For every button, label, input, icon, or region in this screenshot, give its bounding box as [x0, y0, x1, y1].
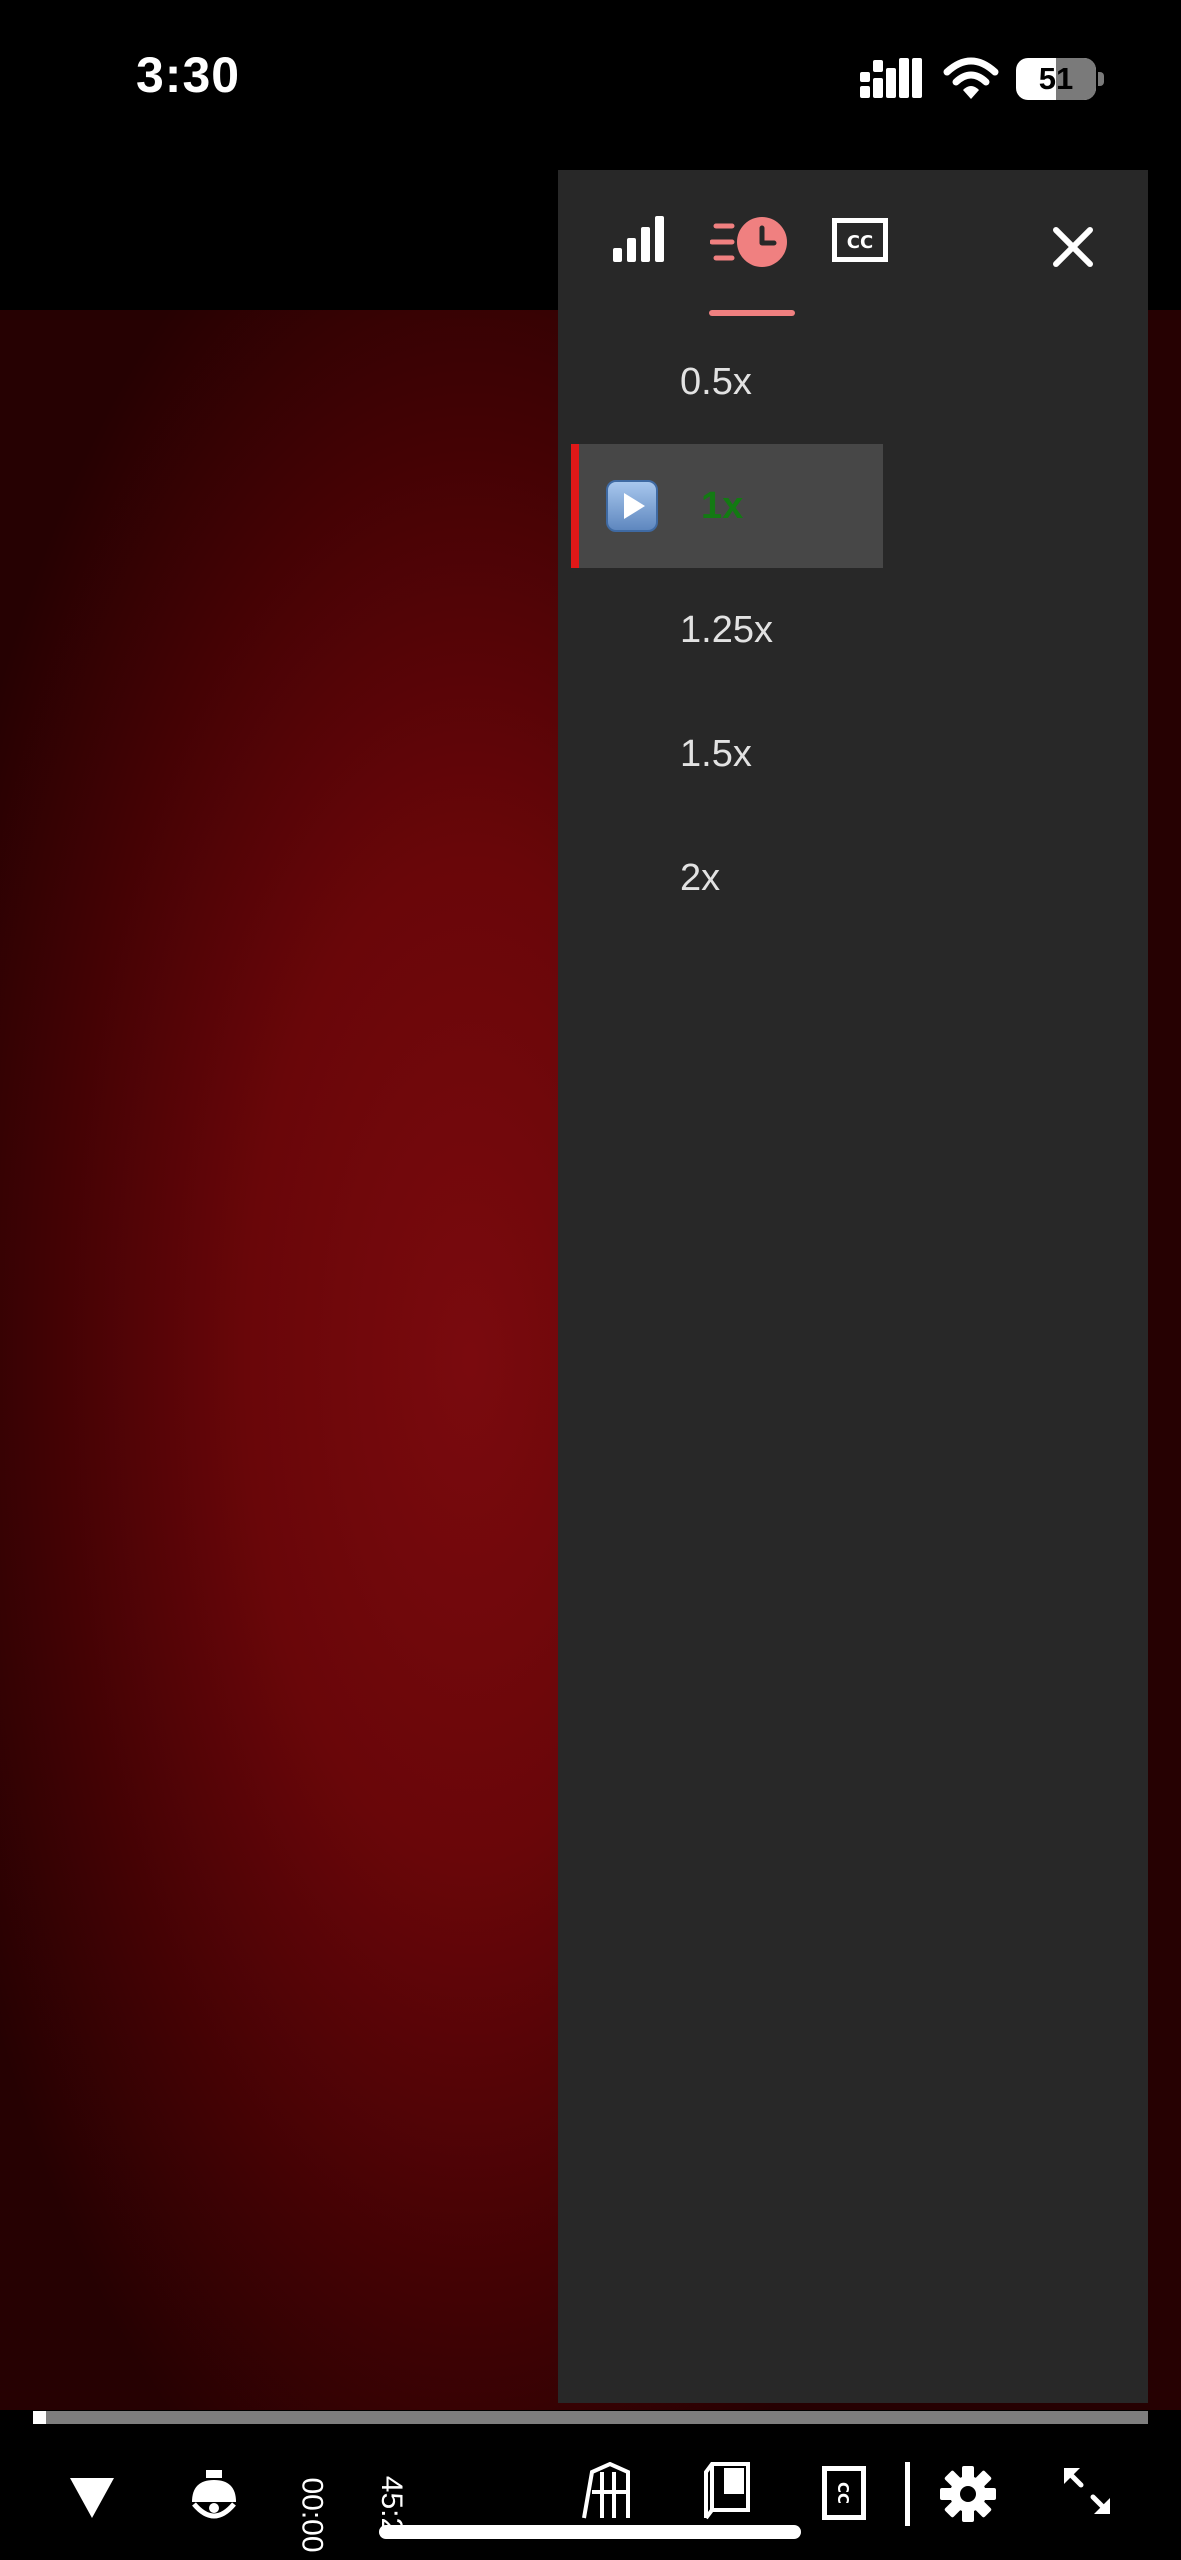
speed-option-label: 1.5x — [680, 733, 752, 775]
speed-option-1x[interactable]: 1x — [571, 444, 883, 568]
tab-quality[interactable] — [598, 170, 688, 320]
video-player-screen: 3:30 51 CC 0.5x 1x 1.25x 1.5x 2x 00:00 4… — [0, 0, 1181, 2560]
status-bar: 3:30 51 — [0, 0, 1181, 160]
current-time: 00:00 — [295, 2477, 329, 2553]
book-icon — [704, 2462, 750, 2520]
playback-speed-icon — [710, 217, 787, 267]
tab-speed[interactable] — [698, 170, 798, 320]
seek-bar-played — [33, 2411, 47, 2424]
battery-cap — [1098, 72, 1104, 86]
collapse-button[interactable] — [70, 2478, 114, 2518]
speed-option-1-25x[interactable]: 1.25x — [558, 568, 978, 692]
lamp-button[interactable] — [188, 2470, 240, 2526]
building-icon — [582, 2462, 630, 2519]
captions-button[interactable]: CC — [822, 2466, 866, 2520]
fullscreen-icon — [1064, 2468, 1110, 2514]
speed-option-2x[interactable]: 2x — [558, 816, 978, 940]
wifi-icon — [943, 57, 999, 99]
status-time: 3:30 — [136, 47, 241, 103]
settings-icon — [940, 2466, 996, 2522]
tab-captions[interactable]: CC — [828, 170, 908, 320]
settings-button[interactable] — [940, 2466, 996, 2522]
play-button-icon — [606, 480, 658, 532]
signal-bars-icon — [613, 216, 664, 262]
cc-icon: CC — [832, 218, 888, 262]
fullscreen-button[interactable] — [1062, 2466, 1112, 2516]
collapse-icon — [70, 2478, 114, 2518]
speed-option-label: 1x — [701, 485, 744, 527]
speed-option-0-5x[interactable]: 0.5x — [558, 320, 978, 444]
building-button[interactable] — [580, 2462, 632, 2520]
battery-body: 51 — [1016, 58, 1096, 100]
speed-option-1-5x[interactable]: 1.5x — [558, 692, 978, 816]
settings-panel: CC 0.5x 1x 1.25x 1.5x 2x — [558, 170, 1148, 2403]
active-tab-indicator — [709, 310, 795, 316]
control-divider — [905, 2462, 910, 2526]
speed-option-label: 0.5x — [680, 361, 752, 403]
seek-bar[interactable] — [33, 2411, 1148, 2424]
battery-icon: 51 — [1016, 58, 1104, 100]
speed-option-label: 1.25x — [680, 609, 773, 651]
close-icon — [1053, 227, 1093, 267]
battery-level: 51 — [1038, 61, 1074, 96]
home-indicator[interactable] — [379, 2525, 801, 2539]
svg-text:CC: CC — [834, 2482, 852, 2504]
book-button[interactable] — [700, 2462, 752, 2520]
player-control-bar: 00:00 45:2 CC — [0, 2426, 1181, 2560]
speed-option-label: 2x — [680, 857, 721, 899]
cellular-signal-icon — [860, 58, 922, 98]
svg-text:CC: CC — [847, 232, 873, 253]
close-button[interactable] — [1038, 212, 1108, 282]
lamp-icon — [192, 2470, 236, 2519]
cc-icon: CC — [822, 2466, 866, 2520]
